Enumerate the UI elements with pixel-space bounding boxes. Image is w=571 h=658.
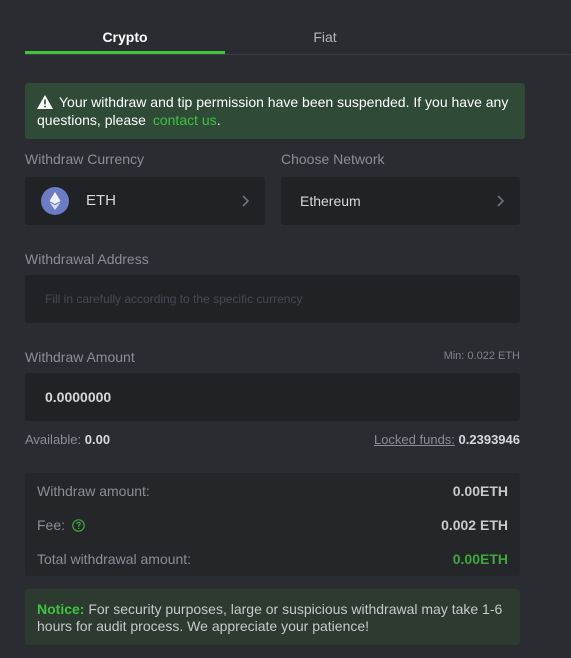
total-withdrawal-label: Total withdrawal amount:	[37, 551, 192, 567]
tab-crypto[interactable]: Crypto	[25, 25, 225, 54]
tab-fiat[interactable]: Fiat	[225, 25, 425, 54]
suspension-alert: Your withdraw and tip permission have be…	[25, 83, 525, 139]
available-balance: Available: 0.00	[25, 432, 110, 447]
withdraw-amount-summary-value: 0.00ETH	[452, 483, 508, 499]
locked-funds-value: 0.2393946	[458, 432, 520, 447]
audit-notice: Notice: For security purposes, large or …	[25, 589, 520, 645]
min-amount: Min: 0.022 ETH	[443, 350, 520, 362]
locked-funds-link[interactable]: Locked funds:	[374, 432, 455, 447]
amount-value: 0.0000000	[45, 389, 112, 405]
warning-icon	[37, 95, 53, 109]
fee-label: Fee:	[37, 517, 66, 533]
notice-title: Notice:	[37, 601, 85, 617]
chevron-right-icon	[497, 195, 504, 207]
alert-text: Your withdraw and tip permission have be…	[37, 94, 509, 128]
alert-suffix: .	[216, 112, 221, 128]
withdraw-amount-summary-label: Withdraw amount:	[37, 483, 150, 499]
available-value: 0.00	[84, 432, 111, 447]
withdraw-amount-input[interactable]: 0.0000000	[25, 373, 520, 421]
currency-select[interactable]: ETH	[25, 177, 265, 225]
help-icon[interactable]	[72, 519, 85, 532]
available-label: Available:	[25, 432, 82, 447]
locked-funds: Locked funds: 0.2393946	[374, 432, 520, 447]
tab-bar: Crypto Fiat	[25, 25, 571, 55]
withdraw-summary: Withdraw amount: 0.00ETH Fee: 0.002 ETH …	[25, 473, 520, 576]
notice-text: For security purposes, large or suspicio…	[37, 601, 503, 634]
fee-row: Fee:	[37, 517, 85, 533]
currency-value: ETH	[86, 192, 116, 209]
eth-icon	[41, 187, 69, 215]
fee-value: 0.002 ETH	[441, 517, 508, 533]
withdrawal-address-input[interactable]: Fill in carefully according to the speci…	[25, 275, 520, 323]
address-placeholder: Fill in carefully according to the speci…	[45, 292, 303, 306]
withdraw-amount-label: Withdraw Amount	[25, 349, 135, 365]
withdraw-currency-label: Withdraw Currency	[25, 151, 145, 167]
chevron-right-icon	[242, 195, 249, 207]
choose-network-label: Choose Network	[281, 151, 385, 167]
contact-us-link[interactable]: contact us	[153, 112, 217, 128]
network-select[interactable]: Ethereum	[281, 177, 520, 225]
withdrawal-address-label: Withdrawal Address	[25, 251, 149, 267]
total-withdrawal-value: 0.00ETH	[452, 551, 508, 567]
network-value: Ethereum	[300, 193, 361, 209]
